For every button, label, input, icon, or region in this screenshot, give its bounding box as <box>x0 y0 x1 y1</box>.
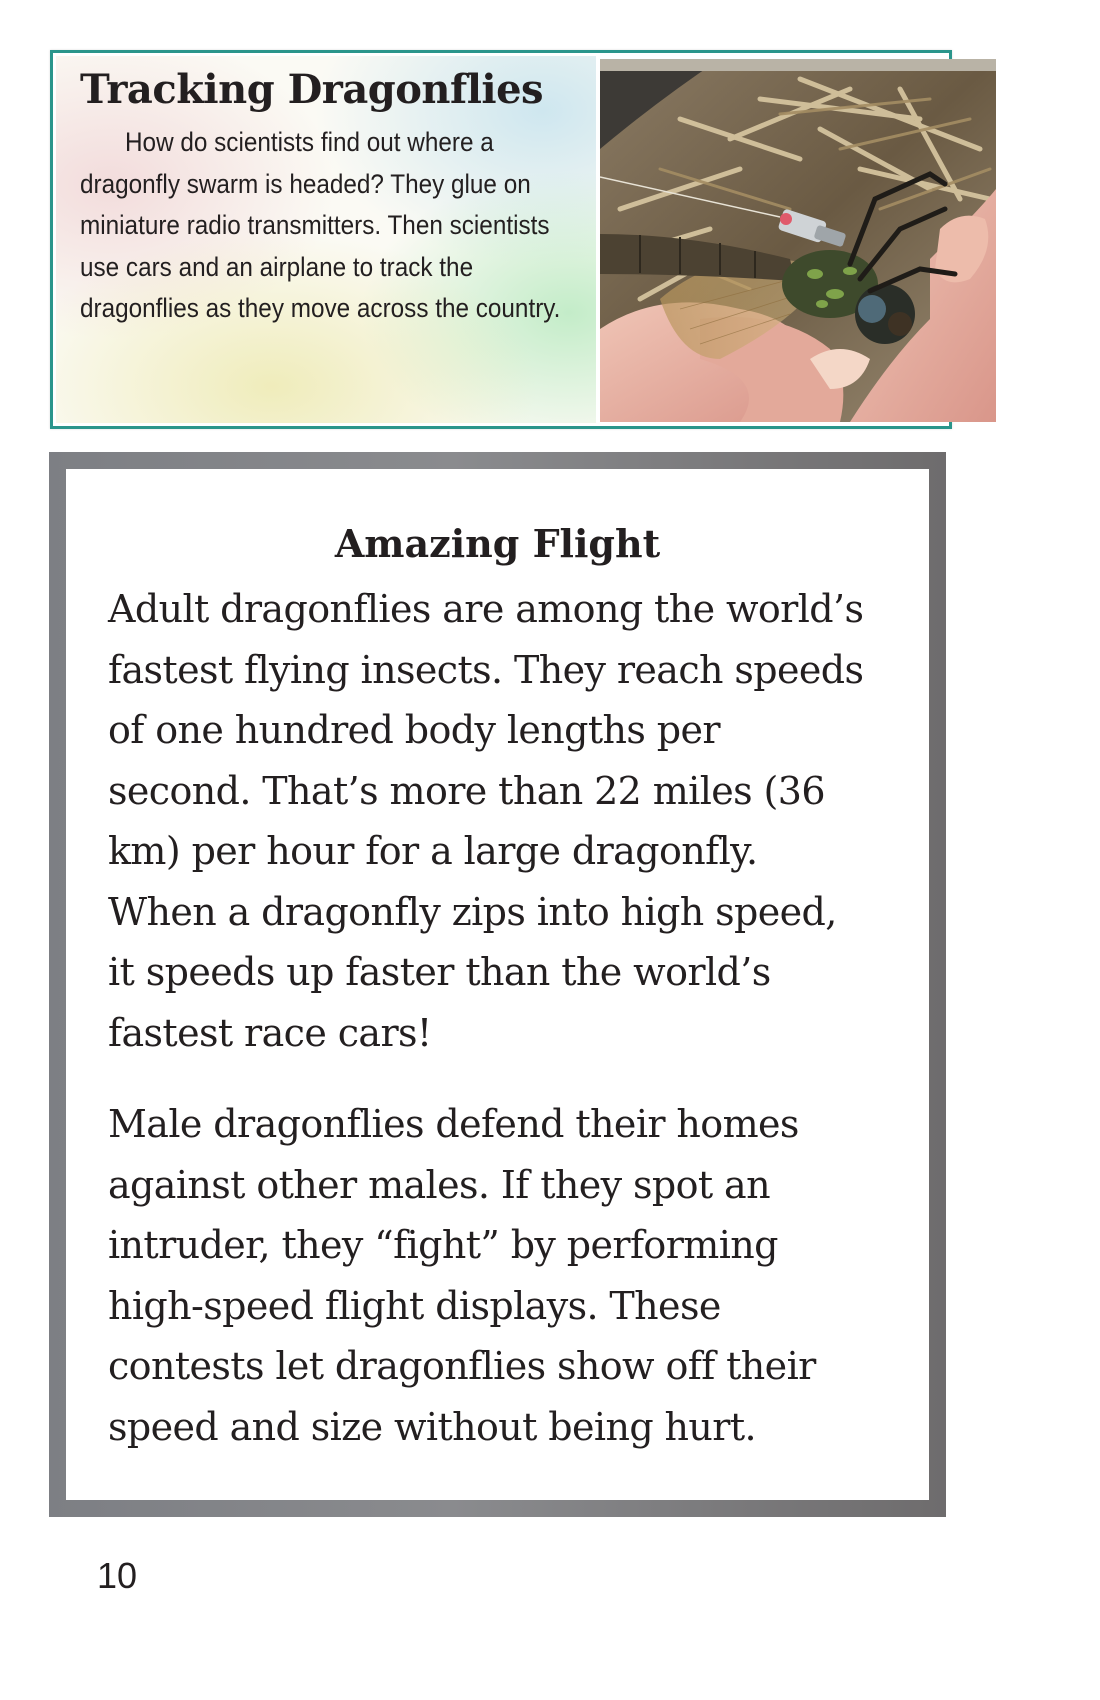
sidebar-text-panel: Tracking Dragonflies How do scientists f… <box>56 56 596 423</box>
amazing-flight-panel: Amazing Flight Adult dragonflies are amo… <box>66 469 929 1500</box>
feature-title: Amazing Flight <box>334 521 661 566</box>
feature-paragraph-1: Adult dragonflies are among the world’s … <box>108 587 864 1055</box>
feature-paragraph-2: Male dragonflies defend their homes agai… <box>108 1102 816 1449</box>
sidebar-title: Tracking Dragonflies <box>80 66 544 113</box>
sidebar-tracking-dragonflies: Tracking Dragonflies How do scientists f… <box>50 50 996 429</box>
amazing-flight-box: Amazing Flight Adult dragonflies are amo… <box>49 452 946 1517</box>
sidebar-body: How do scientists find out where a drago… <box>80 127 561 323</box>
dragonfly-transmitter-photo <box>600 59 996 422</box>
page-number: 10 <box>97 1555 138 1596</box>
